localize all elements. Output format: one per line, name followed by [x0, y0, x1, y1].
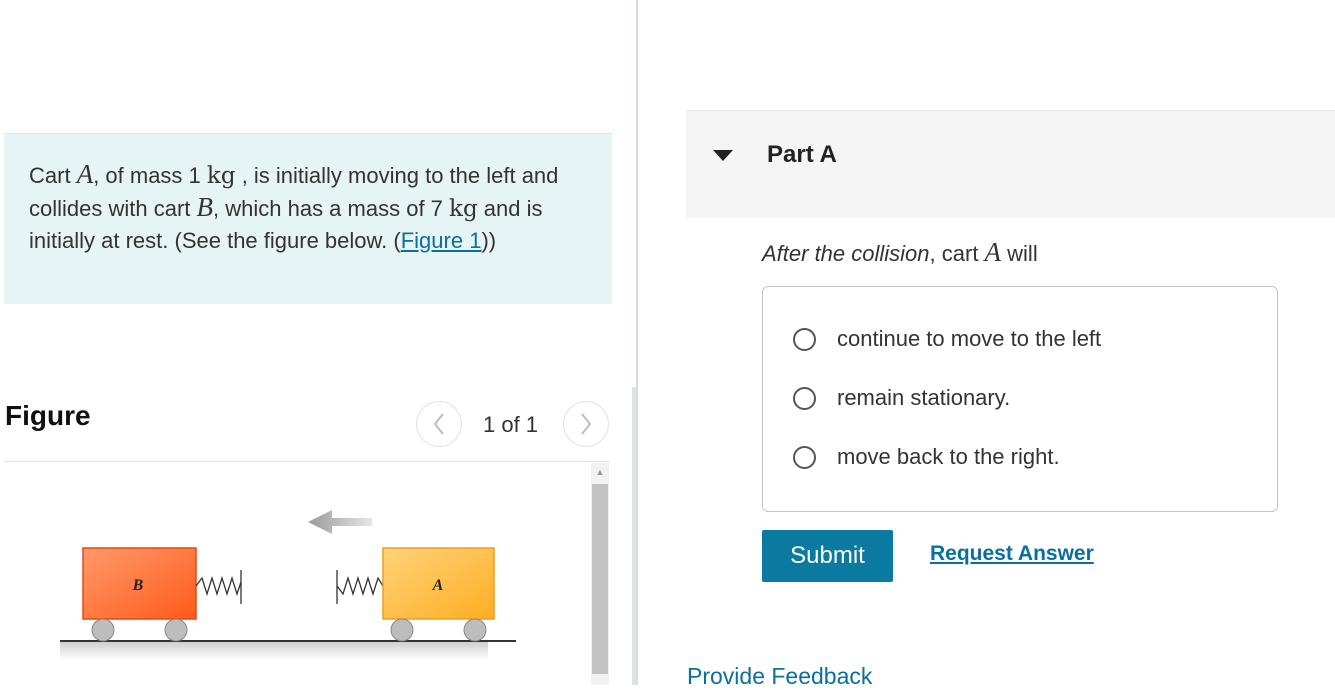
problem-text: Cart	[29, 163, 77, 188]
problem-text: , of mass 1	[93, 163, 207, 188]
option-label: remain stationary.	[837, 385, 1011, 410]
figure-prev-button[interactable]	[416, 401, 462, 447]
figure-link[interactable]: Figure 1	[401, 228, 482, 253]
request-answer-link[interactable]: Request Answer	[930, 542, 1094, 566]
option-remain-stationary[interactable]: remain stationary.	[793, 383, 1010, 413]
figure-counter: 1 of 1	[483, 412, 539, 437]
cart-a: A	[382, 547, 495, 642]
scroll-up-icon[interactable]: ▲	[591, 463, 609, 481]
radio-button[interactable]	[793, 386, 816, 410]
unit-kg: kg	[206, 163, 236, 189]
pane-scrollbar[interactable]	[632, 387, 636, 685]
cart-a-label: A	[432, 577, 444, 594]
cart-b: B	[82, 547, 197, 642]
cart-b-symbol: B	[196, 192, 214, 222]
submit-button[interactable]: Submit	[762, 530, 893, 582]
left-pane: Cart A, of mass 1 kg , is initially movi…	[0, 0, 636, 685]
pane-divider[interactable]	[636, 0, 638, 685]
chevron-left-icon	[433, 413, 444, 435]
option-continue-left[interactable]: continue to move to the left	[793, 324, 1101, 354]
spring-b	[195, 570, 242, 604]
question-prompt: After the collision, cart A will	[762, 237, 1038, 268]
ground-shadow	[60, 642, 488, 660]
figure-divider	[4, 461, 610, 462]
option-move-right[interactable]: move back to the right.	[793, 442, 1060, 472]
provide-feedback-link[interactable]: Provide Feedback	[687, 663, 872, 690]
unit-kg: kg	[449, 196, 478, 222]
figure-title: Figure	[5, 400, 91, 431]
question-text: , cart	[929, 241, 985, 266]
problem-statement: Cart A, of mass 1 kg , is initially movi…	[4, 133, 612, 304]
direction-arrow	[308, 510, 372, 534]
collision-figure: B A	[60, 510, 516, 660]
spring-a	[336, 570, 384, 604]
question-text: will	[1001, 241, 1038, 266]
cart-b-label: B	[132, 577, 144, 594]
problem-text: ))	[481, 228, 497, 253]
part-title[interactable]: Part A	[767, 141, 837, 169]
radio-button[interactable]	[793, 445, 816, 469]
cart-a-symbol: A	[76, 159, 94, 189]
chevron-right-icon	[581, 413, 592, 435]
radio-button[interactable]	[793, 327, 816, 351]
figure-scrollbar-thumb[interactable]	[592, 484, 608, 674]
cart-a-symbol: A	[984, 237, 1002, 267]
caret-down-icon[interactable]	[713, 150, 733, 161]
option-label: continue to move to the left	[837, 326, 1102, 351]
problem-text: , which has a mass of 7	[213, 196, 450, 221]
question-italic: After the collision	[762, 241, 930, 266]
option-label: move back to the right.	[837, 444, 1060, 469]
figure-next-button[interactable]	[563, 401, 609, 447]
